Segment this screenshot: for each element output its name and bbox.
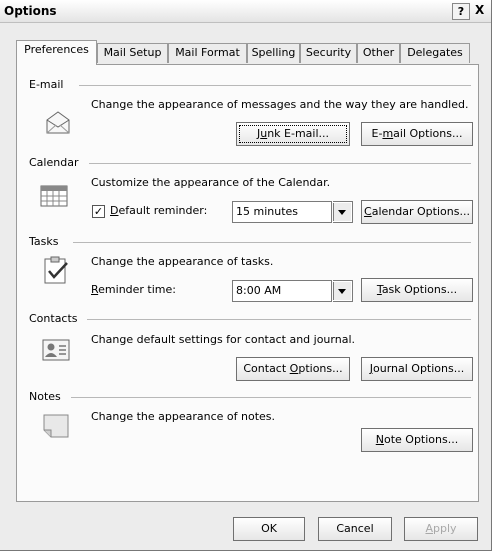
notes-divider	[71, 397, 471, 398]
contacts-section-header: Contacts	[29, 312, 78, 325]
email-options-label-post: ail Options...	[393, 127, 463, 140]
contacts-divider	[87, 319, 471, 320]
tab-security[interactable]: Security	[300, 43, 357, 63]
calendar-options-accelerator: C	[364, 205, 372, 218]
tab-mail-format[interactable]: Mail Format	[168, 43, 247, 63]
ok-button[interactable]: OK	[233, 517, 305, 541]
calendar-icon	[39, 181, 69, 211]
default-reminder-label: Default reminder:	[110, 204, 207, 217]
calendar-options-label-post: alendar Options...	[371, 205, 470, 218]
chevron-down-icon	[333, 282, 351, 300]
junk-email-button[interactable]: Junk E-mail...	[236, 122, 350, 146]
email-options-accelerator: m	[382, 127, 394, 140]
tasks-section-header: Tasks	[29, 235, 59, 248]
default-reminder-select[interactable]: 15 minutes	[232, 201, 332, 223]
reminder-time-dropdown[interactable]	[333, 280, 353, 302]
options-dialog: Options ? X Preferences Mail Setup Mail …	[0, 0, 492, 551]
apply-accelerator: A	[425, 522, 433, 535]
note-options-label-post: ote Options...	[383, 433, 459, 446]
note-options-button[interactable]: Note Options...	[361, 428, 473, 452]
junk-email-label-post: nk E-mail...	[267, 127, 330, 140]
notes-section-header: Notes	[29, 390, 61, 403]
email-section-header: E-mail	[29, 78, 64, 91]
note-options-accelerator: N	[375, 433, 384, 446]
calendar-description: Customize the appearance of the Calendar…	[91, 176, 331, 189]
tasks-description: Change the appearance of tasks.	[91, 255, 274, 268]
calendar-section-header: Calendar	[29, 156, 79, 169]
envelope-icon	[43, 107, 73, 137]
reminder-time-select[interactable]: 8:00 AM	[232, 280, 332, 302]
chevron-down-icon	[333, 203, 351, 221]
default-reminder-checkbox[interactable]: ✓	[92, 205, 105, 218]
default-reminder-dropdown[interactable]	[333, 201, 353, 223]
email-divider	[79, 85, 471, 86]
help-button[interactable]: ?	[452, 3, 470, 20]
tab-delegates[interactable]: Delegates	[400, 43, 470, 63]
cancel-button[interactable]: Cancel	[318, 517, 392, 541]
calendar-divider	[89, 163, 471, 164]
note-icon	[41, 411, 71, 441]
reminder-time-label: Reminder time:	[91, 283, 176, 296]
contacts-description: Change default settings for contact and …	[91, 333, 355, 346]
reminder-time-value: 8:00 AM	[236, 284, 282, 297]
contact-options-label-pre: Contact	[243, 362, 290, 375]
preferences-panel: E-mail Change the appearance of messages…	[16, 64, 479, 502]
tab-spelling[interactable]: Spelling	[247, 43, 300, 63]
close-button[interactable]: X	[475, 3, 491, 18]
task-clipboard-icon	[41, 255, 71, 285]
apply-label-post: pply	[433, 522, 457, 535]
apply-button[interactable]: Apply	[404, 517, 478, 541]
contact-options-button[interactable]: Contact Options...	[236, 357, 350, 381]
default-reminder-label-post: efault reminder:	[118, 204, 208, 217]
contact-card-icon	[41, 335, 71, 365]
email-description: Change the appearance of messages and th…	[91, 98, 469, 111]
notes-description: Change the appearance of notes.	[91, 410, 276, 423]
calendar-options-button[interactable]: Calendar Options...	[361, 200, 473, 224]
task-options-button[interactable]: Task Options...	[361, 278, 473, 302]
email-options-label-pre: E-	[371, 127, 383, 140]
tab-mail-setup[interactable]: Mail Setup	[97, 43, 168, 63]
task-options-label-post: ask Options...	[381, 283, 458, 296]
journal-options-label-post: ournal Options...	[373, 362, 465, 375]
tab-other[interactable]: Other	[357, 43, 400, 63]
default-reminder-value: 15 minutes	[236, 205, 299, 218]
window-title: Options	[4, 4, 57, 18]
tab-preferences[interactable]: Preferences	[16, 40, 97, 65]
email-options-button[interactable]: E-mail Options...	[361, 122, 473, 146]
contact-options-label-post: ptions...	[298, 362, 343, 375]
journal-options-button[interactable]: Journal Options...	[361, 357, 473, 381]
title-bar: Options ? X	[0, 0, 491, 23]
reminder-time-label-post: eminder time:	[98, 283, 176, 296]
tasks-divider	[73, 242, 471, 243]
